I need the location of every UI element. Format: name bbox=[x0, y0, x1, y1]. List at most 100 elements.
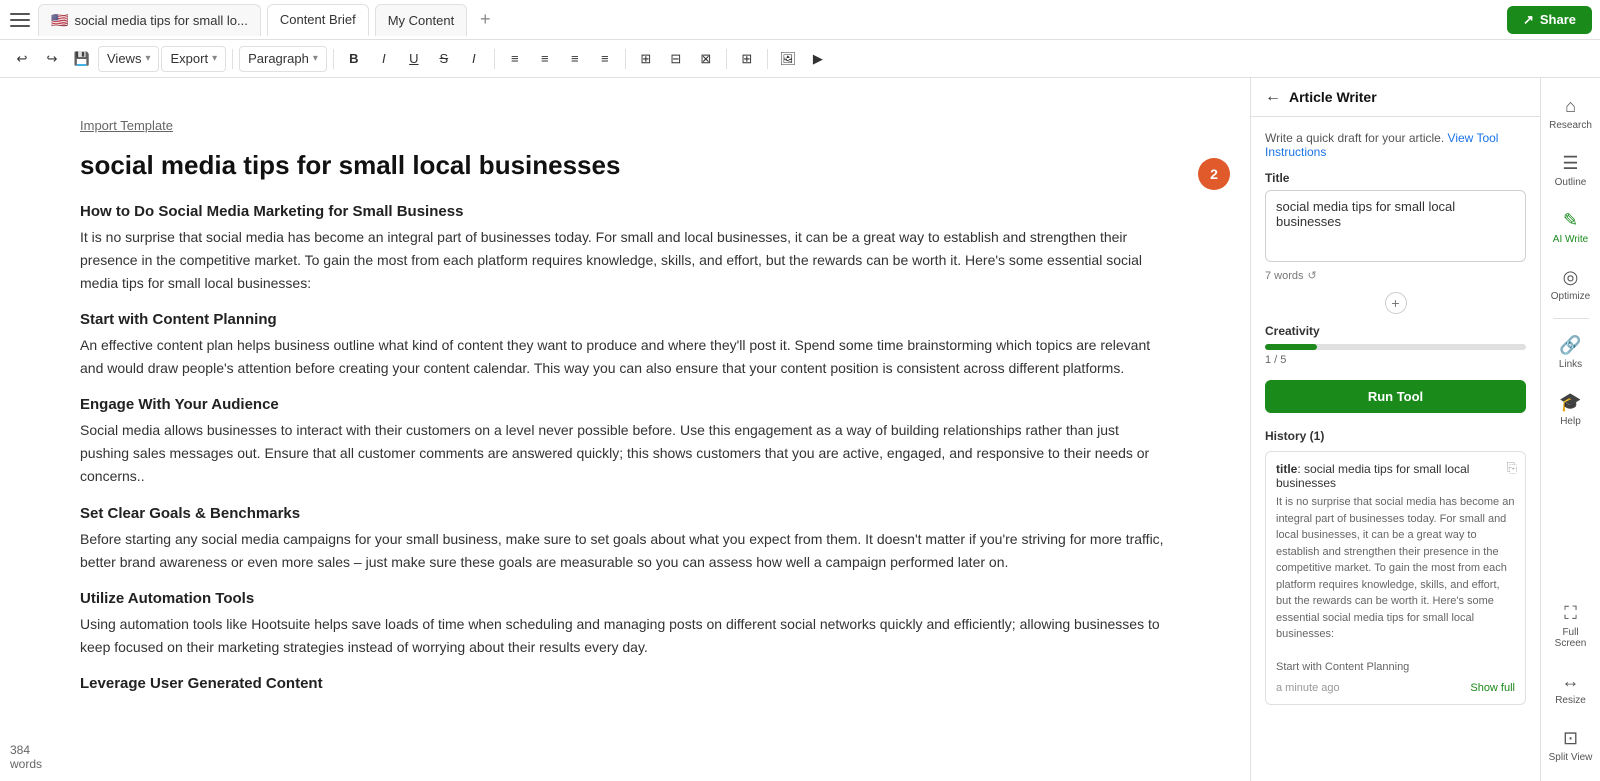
sidebar-item-research[interactable]: ⌂ Research bbox=[1545, 88, 1597, 139]
hamburger-menu-icon[interactable] bbox=[8, 8, 32, 32]
copy-icon[interactable]: ⎘ bbox=[1507, 460, 1517, 476]
redo-button[interactable]: ↪ bbox=[38, 45, 66, 73]
sidebar-item-outline[interactable]: ☰ Outline bbox=[1545, 145, 1597, 196]
main-area: Import Template social media tips for sm… bbox=[0, 78, 1600, 781]
sidebar-item-split-view[interactable]: ⊡ Split View bbox=[1545, 720, 1597, 771]
export-chevron-icon: ▾ bbox=[212, 53, 217, 64]
paragraph-1: An effective content plan helps business… bbox=[80, 334, 1170, 380]
sidebar-item-fullscreen[interactable]: ⛶ Full Screen bbox=[1545, 595, 1597, 657]
strikethrough-button[interactable]: S bbox=[430, 45, 458, 73]
views-chevron-icon: ▾ bbox=[145, 53, 150, 64]
undo-button[interactable]: ↩ bbox=[8, 45, 36, 73]
media-button[interactable]: ▶ bbox=[804, 45, 832, 73]
sidebar-item-fullscreen-label: Full Screen bbox=[1549, 627, 1593, 649]
image-button[interactable]: 🖼 bbox=[774, 45, 802, 73]
comment-bubble[interactable]: 2 bbox=[1198, 158, 1230, 190]
align-right-button[interactable]: ≡ bbox=[561, 45, 589, 73]
word-count-number: 384 bbox=[10, 743, 30, 757]
tab-social-media-label: social media tips for small lo... bbox=[74, 13, 247, 28]
paragraph-label: Paragraph bbox=[248, 51, 309, 66]
paragraph-2: Social media allows businesses to intera… bbox=[80, 419, 1170, 488]
sidebar-item-resize-label: Resize bbox=[1555, 695, 1586, 706]
tab-content-brief[interactable]: Content Brief bbox=[267, 4, 369, 36]
research-icon: ⌂ bbox=[1565, 96, 1576, 117]
tab-content-brief-label: Content Brief bbox=[280, 12, 356, 27]
save-button[interactable]: 💾 bbox=[68, 45, 96, 73]
resize-icon: ↔ bbox=[1562, 671, 1580, 692]
back-arrow-icon[interactable]: ← bbox=[1265, 88, 1281, 106]
italic-alt-button[interactable]: I bbox=[460, 45, 488, 73]
sidebar-item-ai-write-label: AI Write bbox=[1553, 234, 1588, 245]
panel-content: Write a quick draft for your article. Vi… bbox=[1251, 117, 1540, 781]
show-full-link[interactable]: Show full bbox=[1470, 682, 1515, 694]
creativity-slider[interactable] bbox=[1265, 344, 1526, 350]
numbered-list-button[interactable]: ⊟ bbox=[662, 45, 690, 73]
sidebar-item-outline-label: Outline bbox=[1555, 177, 1587, 188]
tab-my-content-label: My Content bbox=[388, 13, 454, 28]
sidebar-item-resize[interactable]: ↔ Resize bbox=[1545, 663, 1597, 714]
split-view-icon: ⊡ bbox=[1563, 728, 1578, 749]
underline-button[interactable]: U bbox=[400, 45, 428, 73]
section-heading-1: Start with Content Planning bbox=[80, 311, 1170, 328]
history-time: a minute ago bbox=[1276, 682, 1340, 694]
sidebar-item-help-label: Help bbox=[1560, 416, 1581, 427]
views-label: Views bbox=[107, 51, 141, 66]
history-item-title: title: social media tips for small local… bbox=[1276, 462, 1515, 490]
views-dropdown[interactable]: Views ▾ bbox=[98, 46, 159, 72]
word-count-text: 7 words bbox=[1265, 270, 1304, 282]
run-tool-button[interactable]: Run Tool bbox=[1265, 380, 1526, 413]
align-justify-button[interactable]: ≡ bbox=[591, 45, 619, 73]
bullet-list-button[interactable]: ⊞ bbox=[632, 45, 660, 73]
history-header: History (1) bbox=[1265, 429, 1526, 443]
ai-write-icon: ✎ bbox=[1563, 210, 1578, 231]
italic-button[interactable]: I bbox=[370, 45, 398, 73]
sidebar-item-help[interactable]: 🎓 Help bbox=[1545, 384, 1597, 435]
align-center-button[interactable]: ≡ bbox=[531, 45, 559, 73]
align-left-button[interactable]: ≡ bbox=[501, 45, 529, 73]
sidebar-item-research-label: Research bbox=[1549, 120, 1592, 131]
export-label: Export bbox=[170, 51, 208, 66]
share-arrow-icon: ↗ bbox=[1523, 12, 1534, 28]
editor-area[interactable]: Import Template social media tips for sm… bbox=[0, 78, 1250, 781]
new-tab-button[interactable]: + bbox=[473, 8, 497, 32]
sidebar-item-split-view-label: Split View bbox=[1549, 752, 1593, 763]
panel-title: Article Writer bbox=[1289, 89, 1377, 105]
refresh-icon[interactable]: ↺ bbox=[1308, 269, 1317, 282]
sidebar-item-optimize-label: Optimize bbox=[1551, 291, 1590, 302]
paragraph-4: Using automation tools like Hootsuite he… bbox=[80, 613, 1170, 659]
share-button[interactable]: ↗ Share bbox=[1507, 6, 1592, 34]
toolbar-separator-2 bbox=[333, 49, 334, 69]
paragraph-chevron-icon: ▾ bbox=[313, 53, 318, 64]
word-count-label: words bbox=[10, 757, 42, 771]
sidebar-item-links-label: Links bbox=[1559, 359, 1582, 370]
toolbar-separator-5 bbox=[726, 49, 727, 69]
optimize-icon: ◎ bbox=[1563, 267, 1579, 288]
paragraph-dropdown[interactable]: Paragraph ▾ bbox=[239, 46, 327, 72]
tab-social-media[interactable]: 🇺🇸 social media tips for small lo... bbox=[38, 4, 261, 36]
section-heading-3: Set Clear Goals & Benchmarks bbox=[80, 505, 1170, 522]
tab-my-content[interactable]: My Content bbox=[375, 4, 467, 36]
sidebar-item-ai-write[interactable]: ✎ AI Write bbox=[1545, 202, 1597, 253]
history-card: ⎘ title: social media tips for small loc… bbox=[1265, 451, 1526, 705]
section-heading-4: Utilize Automation Tools bbox=[80, 590, 1170, 607]
import-template-link[interactable]: Import Template bbox=[80, 118, 1170, 133]
section-heading-0: How to Do Social Media Marketing for Sma… bbox=[80, 203, 1170, 220]
sidebar-item-links[interactable]: 🔗 Links bbox=[1545, 327, 1597, 378]
creativity-label: Creativity bbox=[1265, 324, 1526, 338]
toolbar-separator-6 bbox=[767, 49, 768, 69]
list-indent-button[interactable]: ⊠ bbox=[692, 45, 720, 73]
table-button[interactable]: ⊞ bbox=[733, 45, 761, 73]
sidebar-separator bbox=[1553, 318, 1589, 319]
export-dropdown[interactable]: Export ▾ bbox=[161, 46, 226, 72]
add-field-button[interactable]: + bbox=[1385, 292, 1407, 314]
title-field-label: Title bbox=[1265, 171, 1526, 185]
far-sidebar: ⌂ Research ☰ Outline ✎ AI Write ◎ Optimi… bbox=[1540, 78, 1600, 781]
links-icon: 🔗 bbox=[1559, 335, 1581, 356]
title-input[interactable]: social media tips for small local busine… bbox=[1265, 190, 1526, 262]
sidebar-item-optimize[interactable]: ◎ Optimize bbox=[1545, 259, 1597, 310]
document-title: social media tips for small local busine… bbox=[80, 149, 1170, 183]
history-item-preview: It is no surprise that social media has … bbox=[1276, 494, 1515, 676]
bold-button[interactable]: B bbox=[340, 45, 368, 73]
right-panel: ← Article Writer Write a quick draft for… bbox=[1250, 78, 1540, 781]
slider-fill bbox=[1265, 344, 1317, 350]
